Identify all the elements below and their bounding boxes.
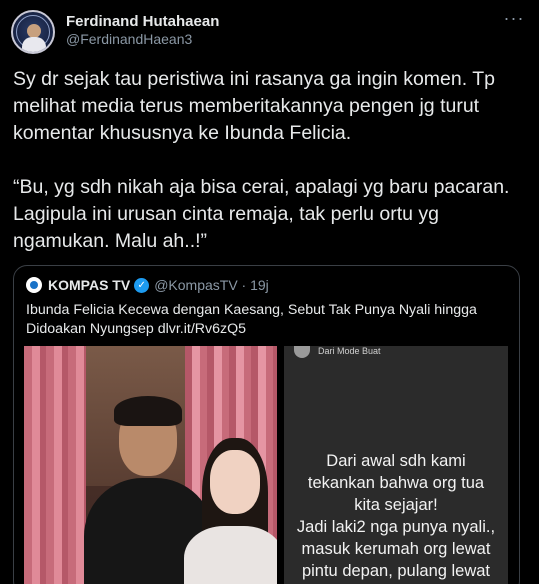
more-options-icon[interactable]: ···	[503, 9, 525, 29]
quoted-tweet-text: Ibunda Felicia Kecewa dengan Kaesang, Se…	[26, 302, 477, 337]
story-message: Dari awal sdh kami tekankan bahwa org tu…	[296, 452, 496, 580]
story-header: Dari Mode Buat	[318, 346, 381, 356]
quoted-tweet-header: KOMPAS TV ✓ @KompasTV · 19j	[26, 276, 269, 294]
story-screenshot[interactable]: Dari Mode Buat Dari awal sdh kami tekank…	[284, 346, 508, 584]
verified-badge-icon: ✓	[134, 277, 150, 293]
quoted-tweet[interactable]: KOMPAS TV ✓ @KompasTV · 19j Ibunda Felic…	[13, 265, 520, 584]
author-name[interactable]: Ferdinand Hutahaean	[66, 13, 219, 30]
quoted-handle-time[interactable]: @KompasTV · 19j	[154, 277, 269, 293]
woman-face	[210, 450, 260, 514]
tweet-text: Sy dr sejak tau peristiwa ini rasanya ga…	[13, 68, 510, 252]
man-hair	[114, 396, 182, 426]
pink-curtain-left	[24, 346, 86, 584]
tweet: Ferdinand Hutahaean @FerdinandHaean3 ···…	[0, 0, 539, 584]
avatar-shirt	[22, 37, 46, 52]
avatar-face	[27, 24, 41, 38]
quoted-source-name[interactable]: KOMPAS TV	[48, 277, 130, 293]
woman-figure	[184, 526, 277, 584]
kompas-logo-icon	[26, 277, 42, 293]
story-avatar	[294, 346, 310, 358]
couple-photo[interactable]	[24, 346, 277, 584]
author-avatar[interactable]	[11, 10, 55, 54]
author-handle[interactable]: @FerdinandHaean3	[66, 31, 192, 47]
